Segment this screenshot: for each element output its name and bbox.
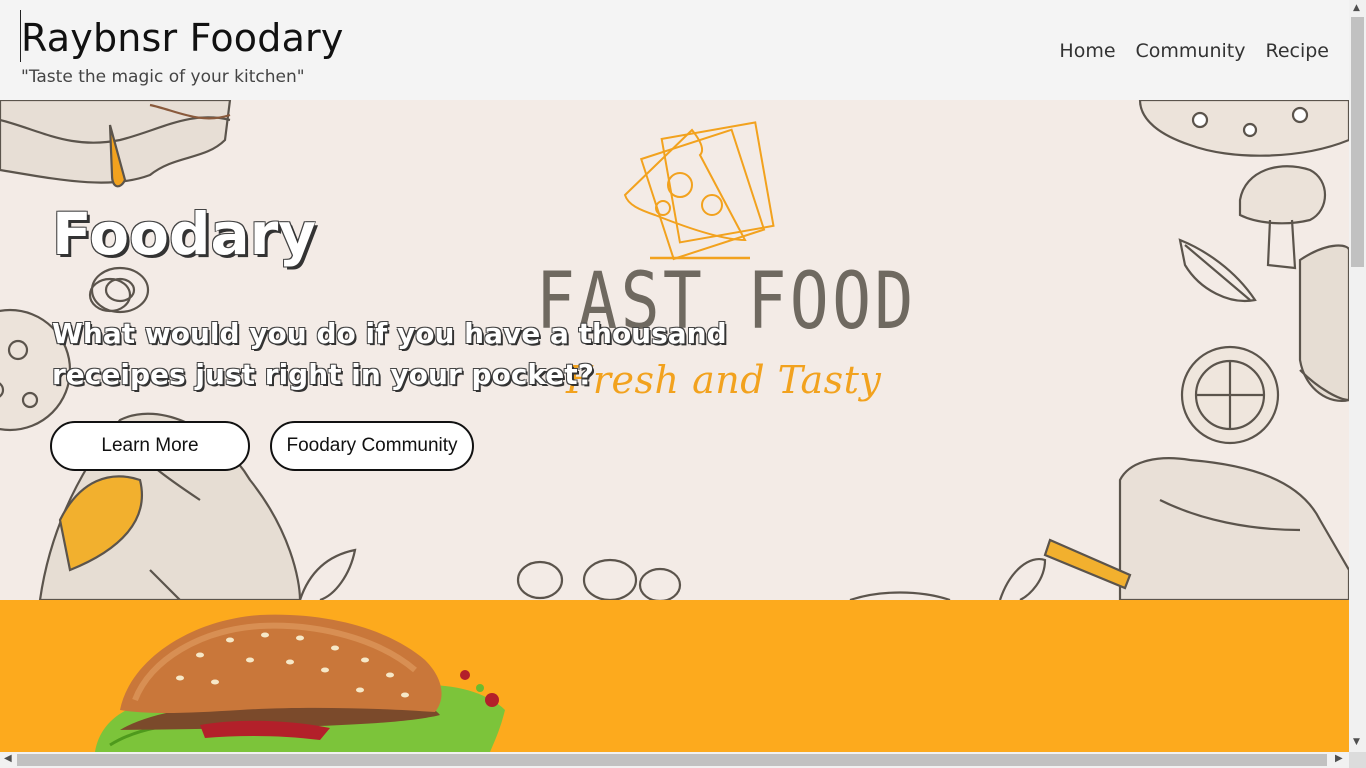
hero-title: Foodary (52, 200, 317, 268)
burger-image (95, 614, 505, 752)
scroll-down-arrow-icon[interactable]: ▼ (1353, 737, 1360, 747)
horizontal-scroll-thumb[interactable] (17, 754, 1327, 766)
scroll-up-arrow-icon[interactable]: ▲ (1353, 3, 1360, 13)
main-nav: Home Community Recipe (1059, 40, 1329, 62)
site-tagline: "Taste the magic of your kitchen" (21, 67, 305, 87)
browser-viewport: Raybnsr Foodary "Taste the magic of your… (0, 0, 1366, 768)
hero-banner: FAST FOOD Fresh and Tasty Foodary What w… (0, 100, 1349, 600)
foodary-community-button[interactable]: Foodary Community (270, 421, 474, 471)
vertical-scrollbar[interactable]: ▲ ▼ (1349, 0, 1366, 752)
nav-link-home[interactable]: Home (1059, 40, 1115, 62)
site-header: Raybnsr Foodary "Taste the magic of your… (0, 0, 1349, 100)
horizontal-scrollbar[interactable]: ◀ ▶ (0, 752, 1349, 768)
learn-more-button[interactable]: Learn More (50, 421, 250, 471)
scroll-left-arrow-icon[interactable]: ◀ (4, 753, 12, 764)
site-title[interactable]: Raybnsr Foodary (21, 14, 344, 62)
vertical-scroll-thumb[interactable] (1351, 17, 1364, 267)
scroll-right-arrow-icon[interactable]: ▶ (1335, 753, 1343, 764)
nav-link-community[interactable]: Community (1136, 40, 1246, 62)
orange-section (0, 600, 1349, 752)
scrollbar-corner (1349, 752, 1366, 768)
hero-question: What would you do if you have a thousand… (52, 317, 727, 391)
nav-link-recipe[interactable]: Recipe (1265, 40, 1329, 62)
